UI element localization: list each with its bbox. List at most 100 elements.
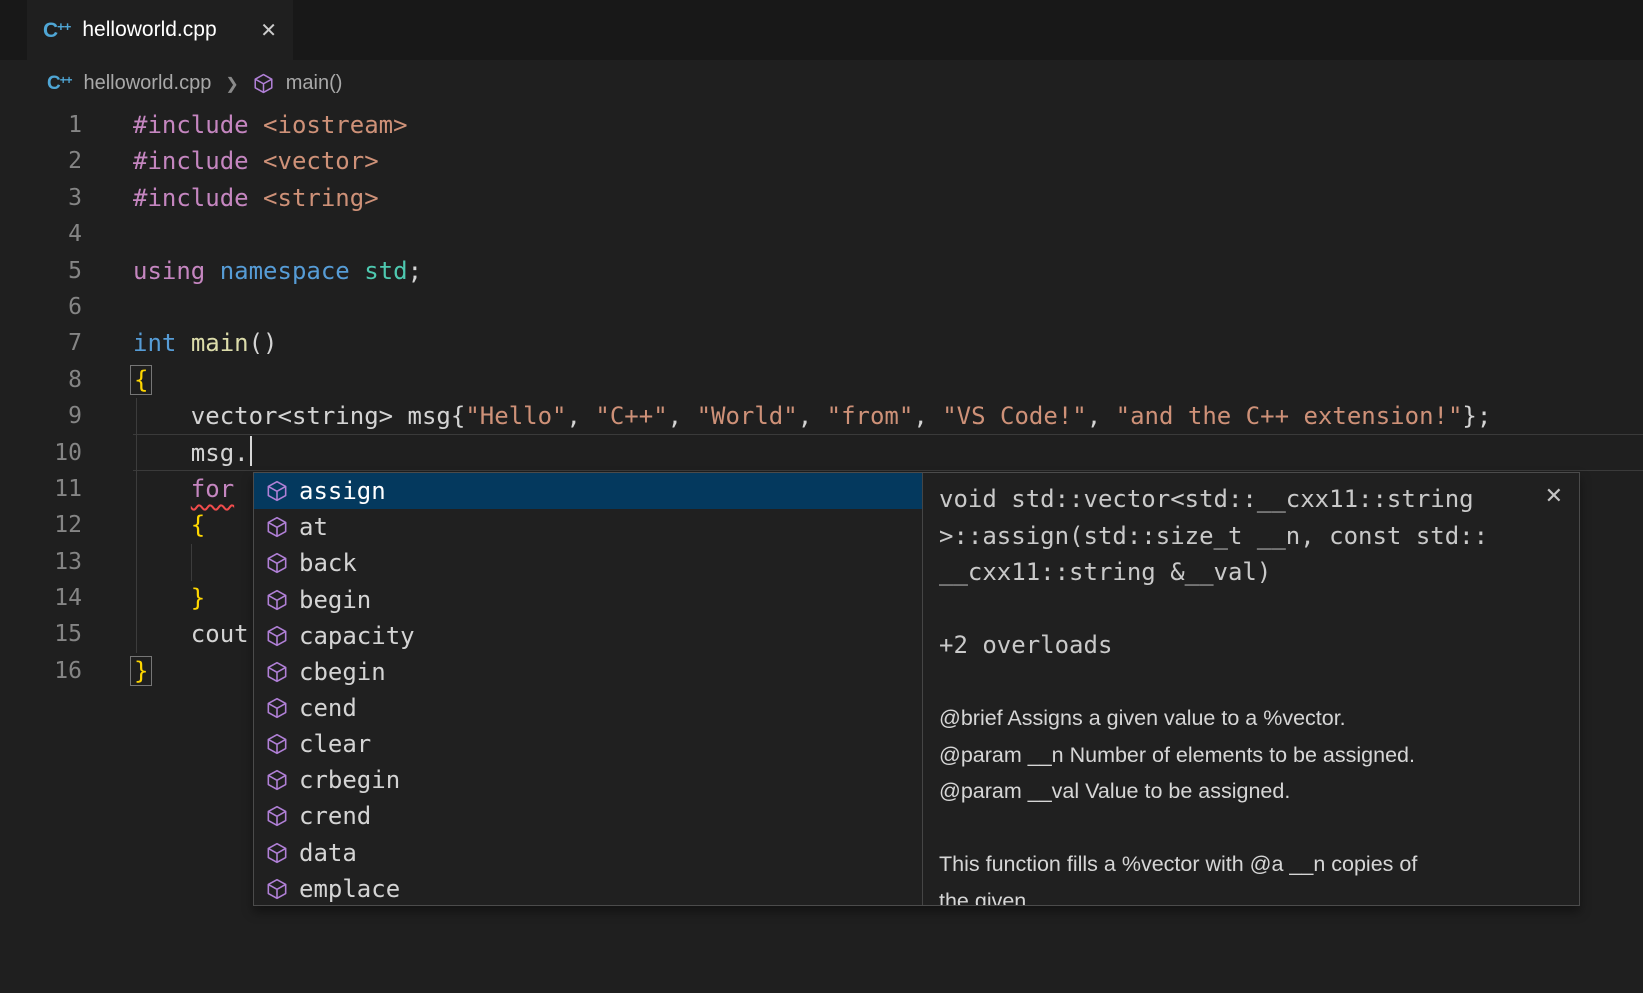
suggestion-item-crend[interactable]: crend: [254, 798, 922, 834]
line-number: 5: [0, 253, 82, 289]
breadcrumb-symbol[interactable]: main(): [286, 72, 343, 95]
docs-body-line: @brief Assigns a given value to a %vecto…: [939, 700, 1561, 737]
breadcrumb: C++ helloworld.cpp ❯ main(): [0, 60, 1643, 107]
docs-close-icon[interactable]: ✕: [1545, 483, 1563, 509]
code-token: #include: [133, 184, 249, 212]
suggestion-item-at[interactable]: at: [254, 509, 922, 545]
code-line[interactable]: 8{: [0, 362, 1643, 398]
chevron-right-icon: ❯: [223, 74, 240, 94]
line-number: 14: [0, 580, 82, 616]
suggestion-item-begin[interactable]: begin: [254, 581, 922, 617]
code-token: [205, 257, 219, 285]
code-token: ;: [408, 257, 422, 285]
docs-body-line: the given: [939, 883, 1561, 906]
code-token: };: [1462, 402, 1491, 430]
line-number: 16: [0, 653, 82, 689]
suggestion-list: assign at back begin capacitycbegincend clear…: [254, 473, 922, 905]
code-text: {: [133, 362, 1643, 398]
code-token: [133, 511, 191, 539]
code-token: msg.: [133, 439, 249, 467]
symbol-cube-icon: [266, 661, 288, 683]
code-text: using namespace std;: [133, 253, 1643, 289]
suggestion-item-clear[interactable]: clear: [254, 726, 922, 762]
code-line[interactable]: 9 vector<string> msg{"Hello", "C++", "Wo…: [0, 398, 1643, 434]
code-line[interactable]: 5 using namespace std;: [0, 253, 1643, 289]
code-token: namespace: [220, 257, 350, 285]
suggestion-item-back[interactable]: back: [254, 545, 922, 581]
symbol-cube-icon: [266, 769, 288, 791]
code-token: <string>: [263, 184, 379, 212]
line-number: 9: [0, 398, 82, 434]
suggestion-label: begin: [299, 586, 371, 614]
suggestion-item-cbegin[interactable]: cbegin: [254, 654, 922, 690]
code-token: "World": [697, 402, 798, 430]
docs-signature: __cxx11::string &__val): [939, 554, 1561, 591]
symbol-cube-icon: [266, 480, 288, 502]
code-text: #include <string>: [133, 180, 1643, 216]
suggestion-item-assign[interactable]: assign: [254, 473, 922, 509]
code-token: vector<string> msg{: [133, 402, 465, 430]
docs-body-line: @param __n Number of elements to be assi…: [939, 737, 1561, 774]
suggestion-item-cend[interactable]: cend: [254, 690, 922, 726]
suggest-widget: assign at back begin capacitycbegincend clear…: [253, 472, 1580, 906]
docs-panel: ✕ void std::vector<std::__cxx11::string>…: [922, 473, 1579, 905]
line-number: 6: [0, 289, 82, 325]
line-number: 3: [0, 180, 82, 216]
code-line[interactable]: 2#include <vector>: [0, 143, 1643, 179]
indent-guide: [191, 544, 192, 581]
indent-guide: [136, 398, 137, 653]
suggestion-label: back: [299, 549, 357, 577]
code-token: int: [133, 329, 176, 357]
code-token: "from": [827, 402, 914, 430]
code-line[interactable]: 6: [0, 289, 1643, 325]
breadcrumb-file[interactable]: helloworld.cpp: [83, 72, 211, 95]
code-token: ,: [798, 402, 827, 430]
code-token: [176, 329, 190, 357]
symbol-cube-icon: [266, 733, 288, 755]
tab-bar: C++ helloworld.cpp ✕: [0, 0, 1643, 60]
code-line[interactable]: 7int main(): [0, 325, 1643, 361]
code-token: }: [130, 656, 152, 686]
code-line[interactable]: 3 #include <string>: [0, 180, 1643, 216]
tab-label: helloworld.cpp: [82, 18, 216, 42]
suggestion-label: crend: [299, 802, 371, 830]
suggestion-item-data[interactable]: data: [254, 835, 922, 871]
suggestion-item-crbegin[interactable]: crbegin: [254, 762, 922, 798]
code-token: ,: [567, 402, 596, 430]
line-number: 7: [0, 325, 82, 361]
line-number: 15: [0, 616, 82, 652]
tab-helloworld-cpp[interactable]: C++ helloworld.cpp ✕: [27, 0, 293, 60]
line-number: 1: [0, 107, 82, 143]
code-token: cout: [133, 620, 249, 648]
suggestion-label: assign: [299, 477, 386, 505]
code-token: "VS Code!": [942, 402, 1087, 430]
code-line[interactable]: 1#include <iostream>: [0, 107, 1643, 143]
suggestion-item-emplace[interactable]: emplace: [254, 871, 922, 905]
code-token: [133, 475, 191, 503]
line-number: 11: [0, 471, 82, 507]
line-number: 2: [0, 143, 82, 179]
line-number: 12: [0, 507, 82, 543]
code-line[interactable]: 10 msg.: [0, 435, 1643, 471]
code-token: ,: [1087, 402, 1116, 430]
code-token: ,: [668, 402, 697, 430]
docs-body-line: This function fills a %vector with @a __…: [939, 846, 1561, 883]
code-token: [133, 584, 191, 612]
suggestion-item-capacity[interactable]: capacity: [254, 618, 922, 654]
cpp-file-icon: C++: [43, 20, 70, 41]
code-line[interactable]: 4: [0, 216, 1643, 252]
line-number: 10: [0, 435, 82, 471]
tab-close-icon[interactable]: ✕: [260, 18, 277, 43]
code-token: {: [130, 365, 152, 395]
suggestion-label: clear: [299, 730, 371, 758]
code-token: [249, 147, 263, 175]
docs-signature: >::assign(std::size_t __n, const std::: [939, 518, 1561, 555]
error-squiggle-token: for: [191, 475, 234, 503]
code-token: [350, 257, 364, 285]
symbol-cube-icon: [253, 73, 274, 94]
symbol-cube-icon: [266, 589, 288, 611]
suggestion-label: crbegin: [299, 766, 400, 794]
code-token: {: [191, 511, 205, 539]
vscode-window: C++ helloworld.cpp ✕ C++ helloworld.cpp …: [0, 0, 1643, 993]
code-text: [133, 289, 1643, 325]
